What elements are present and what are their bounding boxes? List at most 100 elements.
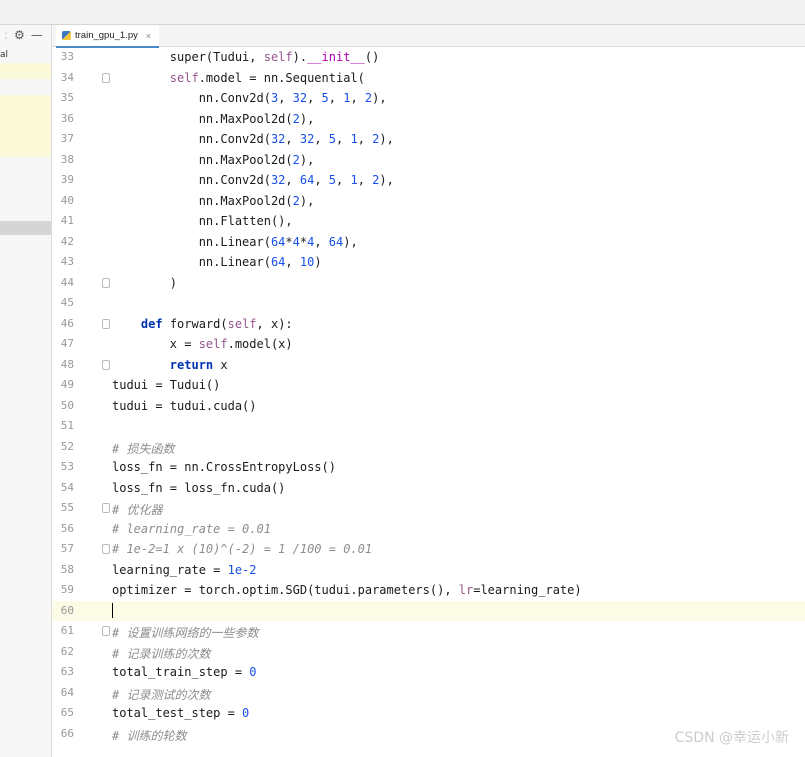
code-text: nn.MaxPool2d(2), bbox=[112, 193, 315, 208]
fold-marker-icon[interactable] bbox=[102, 277, 110, 288]
code-line[interactable]: 42 nn.Linear(64*4*4, 64), bbox=[52, 232, 805, 253]
panel-item-label: al bbox=[0, 50, 9, 60]
code-line[interactable]: 39 nn.Conv2d(32, 64, 5, 1, 2), bbox=[52, 170, 805, 191]
line-number: 64 bbox=[60, 685, 74, 699]
line-number: 47 bbox=[60, 337, 74, 350]
code-line[interactable]: 56 # learning_rate = 0.01 bbox=[52, 519, 805, 540]
code-line[interactable]: 40 nn.MaxPool2d(2), bbox=[52, 191, 805, 212]
tab-filename: train_gpu_1.py bbox=[75, 30, 138, 41]
code-text: optimizer = torch.optim.SGD(tudui.parame… bbox=[112, 583, 582, 597]
code-line[interactable]: 43 nn.Linear(64, 10) bbox=[52, 252, 805, 273]
panel-highlight bbox=[0, 63, 51, 79]
code-line[interactable]: 59 optimizer = torch.optim.SGD(tudui.para… bbox=[52, 580, 805, 601]
line-number: 33 bbox=[60, 50, 74, 63]
code-line[interactable]: 51 bbox=[52, 416, 805, 437]
line-number: 61 bbox=[60, 624, 74, 637]
fold-marker-icon[interactable] bbox=[102, 626, 110, 636]
code-line[interactable]: 34 self.model = nn.Sequential( bbox=[52, 68, 805, 89]
code-text: tudui = Tudui() bbox=[112, 378, 221, 392]
fold-marker-icon[interactable] bbox=[102, 318, 110, 329]
line-number: 50 bbox=[60, 398, 74, 412]
code-text: # 记录测试的次数 bbox=[112, 687, 211, 702]
minus-icon[interactable]: — bbox=[31, 28, 43, 42]
fold-marker-icon[interactable] bbox=[102, 72, 110, 83]
code-line[interactable]: 44 ) bbox=[52, 273, 805, 294]
code-line[interactable]: 57 # 1e-2=1 x (10)^(-2) = 1 /100 = 0.01 bbox=[52, 539, 805, 560]
line-number: 38 bbox=[60, 152, 74, 166]
code-text: # 优化器 bbox=[112, 503, 163, 517]
code-line[interactable]: 46 def forward(self, x): bbox=[52, 314, 805, 335]
line-number: 66 bbox=[60, 726, 74, 740]
line-number: 59 bbox=[60, 583, 74, 596]
line-number: 52 bbox=[60, 439, 74, 453]
editor-tab-bar: train_gpu_1.py × bbox=[52, 25, 805, 48]
panel-selection[interactable] bbox=[0, 221, 51, 235]
line-number: 36 bbox=[60, 111, 74, 125]
code-text: learning_rate = 1e-2 bbox=[112, 562, 257, 577]
line-number: 60 bbox=[60, 603, 74, 617]
tab-train-gpu-1[interactable]: train_gpu_1.py × bbox=[56, 25, 160, 48]
code-text: # 设置训练网络的一些参数 bbox=[112, 626, 259, 640]
panel-toolbar: : ⚙ — bbox=[0, 25, 51, 45]
line-number: 37 bbox=[60, 132, 74, 145]
line-number: 54 bbox=[60, 480, 74, 494]
code-line[interactable]: 49 tudui = Tudui() bbox=[52, 375, 805, 396]
code-line[interactable]: 61 # 设置训练网络的一些参数 bbox=[52, 621, 805, 642]
code-line[interactable]: 47 x = self.model(x) bbox=[52, 334, 805, 355]
code-line[interactable]: 36 nn.MaxPool2d(2), bbox=[52, 109, 805, 130]
close-icon[interactable]: × bbox=[146, 31, 151, 41]
code-line[interactable]: 53 loss_fn = nn.CrossEntropyLoss() bbox=[52, 457, 805, 478]
code-text: loss_fn = loss_fn.cuda() bbox=[112, 480, 286, 495]
code-line[interactable]: 65 total_test_step = 0 bbox=[52, 703, 805, 724]
line-number: 34 bbox=[60, 70, 74, 84]
code-line[interactable]: 60 bbox=[52, 600, 805, 621]
code-text: total_test_step = 0 bbox=[112, 706, 250, 720]
fold-marker-icon[interactable] bbox=[102, 544, 110, 554]
code-text: # learning_rate = 0.01 bbox=[112, 521, 271, 536]
line-number: 57 bbox=[60, 542, 74, 555]
code-line[interactable]: 35 nn.Conv2d(3, 32, 5, 1, 2), bbox=[52, 88, 805, 109]
line-number: 42 bbox=[60, 234, 74, 248]
code-line[interactable]: 50 tudui = tudui.cuda() bbox=[52, 396, 805, 417]
code-text: tudui = tudui.cuda() bbox=[112, 398, 257, 413]
line-number: 40 bbox=[60, 193, 74, 207]
code-text: nn.Flatten(), bbox=[112, 214, 293, 228]
code-line[interactable]: 48 return x bbox=[52, 355, 805, 376]
line-number: 63 bbox=[60, 665, 74, 678]
line-number: 39 bbox=[60, 173, 74, 186]
line-number: 62 bbox=[60, 644, 74, 658]
code-editor[interactable]: 33 super(Tudui, self).__init__() 34 self.… bbox=[52, 47, 805, 757]
text-caret bbox=[112, 602, 113, 618]
fold-marker-icon[interactable] bbox=[102, 359, 110, 370]
line-number: 65 bbox=[60, 706, 74, 719]
code-line[interactable]: 38 nn.MaxPool2d(2), bbox=[52, 150, 805, 171]
gear-icon[interactable]: ⚙ bbox=[14, 28, 25, 42]
code-line[interactable]: 54 loss_fn = loss_fn.cuda() bbox=[52, 478, 805, 499]
python-file-icon bbox=[62, 31, 71, 40]
code-line[interactable]: 45 bbox=[52, 293, 805, 314]
code-line[interactable]: 64 # 记录测试的次数 bbox=[52, 683, 805, 704]
code-text: nn.Conv2d(32, 32, 5, 1, 2), bbox=[112, 132, 394, 146]
code-text: nn.Conv2d(32, 64, 5, 1, 2), bbox=[112, 173, 394, 187]
code-line[interactable]: 33 super(Tudui, self).__init__() bbox=[52, 47, 805, 68]
project-panel: : ⚙ — al bbox=[0, 25, 52, 757]
line-number: 58 bbox=[60, 562, 74, 576]
code-text: nn.MaxPool2d(2), bbox=[112, 152, 315, 167]
line-number: 35 bbox=[60, 91, 74, 104]
code-text: loss_fn = nn.CrossEntropyLoss() bbox=[112, 460, 336, 474]
panel-highlight bbox=[0, 95, 51, 157]
code-line[interactable]: 55 # 优化器 bbox=[52, 498, 805, 519]
code-text: nn.Linear(64*4*4, 64), bbox=[112, 234, 358, 249]
line-number: 45 bbox=[60, 296, 74, 309]
line-number: 41 bbox=[60, 214, 74, 227]
code-line[interactable]: 37 nn.Conv2d(32, 32, 5, 1, 2), bbox=[52, 129, 805, 150]
fold-marker-icon[interactable] bbox=[102, 503, 110, 513]
code-text: nn.Conv2d(3, 32, 5, 1, 2), bbox=[112, 91, 387, 105]
code-text: x = self.model(x) bbox=[112, 337, 293, 351]
code-line[interactable]: 58 learning_rate = 1e-2 bbox=[52, 560, 805, 581]
code-line[interactable]: 52 # 损失函数 bbox=[52, 437, 805, 458]
line-number: 53 bbox=[60, 460, 74, 473]
code-line[interactable]: 41 nn.Flatten(), bbox=[52, 211, 805, 232]
code-line[interactable]: 63 total_train_step = 0 bbox=[52, 662, 805, 683]
code-line[interactable]: 62 # 记录训练的次数 bbox=[52, 642, 805, 663]
